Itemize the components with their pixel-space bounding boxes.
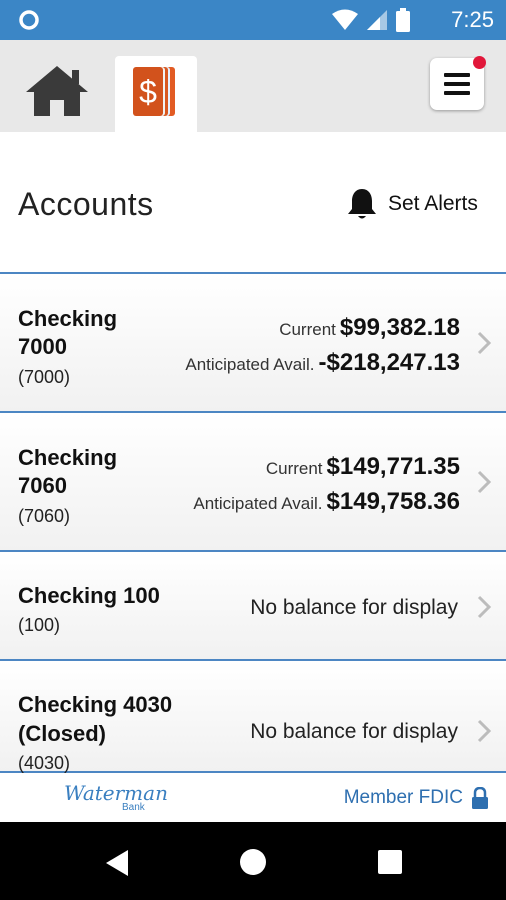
current-balance: Current $149,771.35 [266,453,460,481]
account-name: Checking [18,306,118,331]
account-row-7000[interactable]: Checking 7000 (7000) Current $99,382.18 … [0,274,506,413]
back-triangle-icon[interactable] [104,849,130,877]
wifi-icon [332,9,358,30]
notification-dot [473,56,486,69]
anticipated-label: Anticipated Avail. [193,494,323,513]
set-alerts-label: Set Alerts [388,192,478,215]
member-fdic-link[interactable]: Member FDIC [344,787,489,809]
svg-text:$: $ [139,74,157,110]
page-title: Accounts [18,186,154,222]
anticipated-value: $149,758.36 [326,488,460,515]
account-name-line2: 7060 [18,473,67,498]
chevron-right-icon [477,719,492,743]
chevron-right-icon [477,331,492,355]
chevron-right-icon [477,595,492,619]
account-number: (7000) [18,367,71,387]
bell-icon [348,189,376,219]
account-number: (7060) [18,506,71,526]
menu-button[interactable] [430,56,486,110]
fdic-text: Member FDIC [343,787,463,808]
account-row-4030[interactable]: Checking 4030 (Closed) (4030) No balance… [0,661,506,773]
dollar-cards-icon: $ [133,67,175,116]
current-value: $149,771.35 [326,453,460,480]
waterman-logo: Waterman Bank [64,781,168,815]
account-row-7060[interactable]: Checking 7060 (7060) Current $149,771.35… [0,413,506,552]
square-recents-icon[interactable] [378,850,402,874]
account-name: Checking 4030 [18,692,173,717]
sync-circle-icon [19,10,39,30]
account-name: Checking 100 [18,583,160,608]
set-alerts-button[interactable]: Set Alerts [346,187,478,221]
current-label: Current [279,320,336,339]
logo-subtext: Bank [122,802,145,813]
signal-icon [367,10,387,30]
no-balance-text: No balance for display [250,596,458,619]
account-row-100[interactable]: Checking 100 (100) No balance for displa… [0,552,506,661]
anticipated-value: -$218,247.13 [318,349,460,376]
logo-text: Waterman [64,781,168,805]
footer: Waterman Bank Member FDIC [0,773,506,822]
home-icon[interactable] [22,62,92,118]
account-number: (100) [18,615,61,635]
anticipated-label: Anticipated Avail. [185,355,315,374]
lock-icon [472,787,488,809]
account-number: (4030) [18,753,71,773]
tab-accounts[interactable]: $ [115,56,197,132]
current-value: $99,382.18 [339,314,460,341]
top-tab-bar: $ [0,40,506,132]
current-label: Current [265,459,323,478]
circle-home-icon[interactable] [240,849,266,875]
account-name-line2: (Closed) [18,721,106,746]
anticipated-balance: Anticipated Avail. -$218,247.13 [185,349,460,377]
battery-icon [396,8,410,32]
account-name: Checking [18,445,118,470]
no-balance-text: No balance for display [250,720,458,743]
status-time: 7:25 [451,7,494,32]
current-balance: Current $99,382.18 [279,314,460,342]
anticipated-balance: Anticipated Avail. $149,758.36 [193,488,460,516]
status-bar: 7:25 [0,0,506,40]
account-name-line2: 7000 [18,334,67,359]
system-navigation-bar [0,822,506,900]
chevron-right-icon [477,470,492,494]
